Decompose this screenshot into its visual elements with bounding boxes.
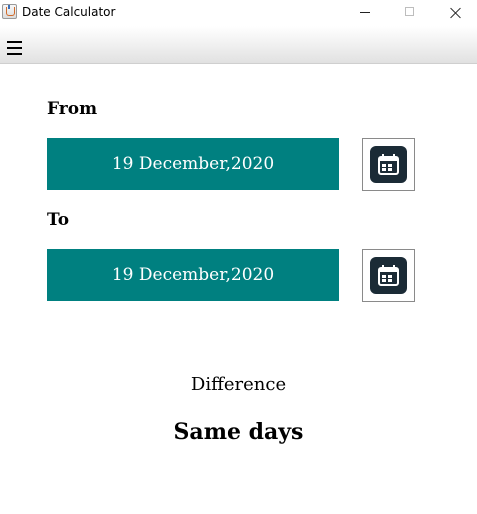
calendar-icon: [370, 257, 407, 294]
difference-label: Difference: [190, 374, 287, 395]
from-date-field[interactable]: 19 December,2020: [47, 138, 339, 190]
java-cup-icon: [2, 4, 17, 19]
window-title: Date Calculator: [22, 5, 116, 19]
title-bar: Date Calculator: [0, 0, 477, 26]
close-button[interactable]: [431, 0, 477, 26]
difference-value: Same days: [173, 419, 304, 445]
minimize-button[interactable]: [342, 0, 388, 26]
from-label: From: [47, 99, 98, 119]
from-calendar-button[interactable]: [362, 138, 415, 191]
calendar-icon: [370, 146, 407, 183]
hamburger-menu-icon[interactable]: [7, 41, 22, 55]
menu-bar: [0, 26, 477, 64]
to-date-field[interactable]: 19 December,2020: [47, 249, 339, 301]
to-calendar-button[interactable]: [362, 249, 415, 302]
to-label: To: [47, 210, 70, 230]
maximize-button[interactable]: [388, 0, 434, 26]
